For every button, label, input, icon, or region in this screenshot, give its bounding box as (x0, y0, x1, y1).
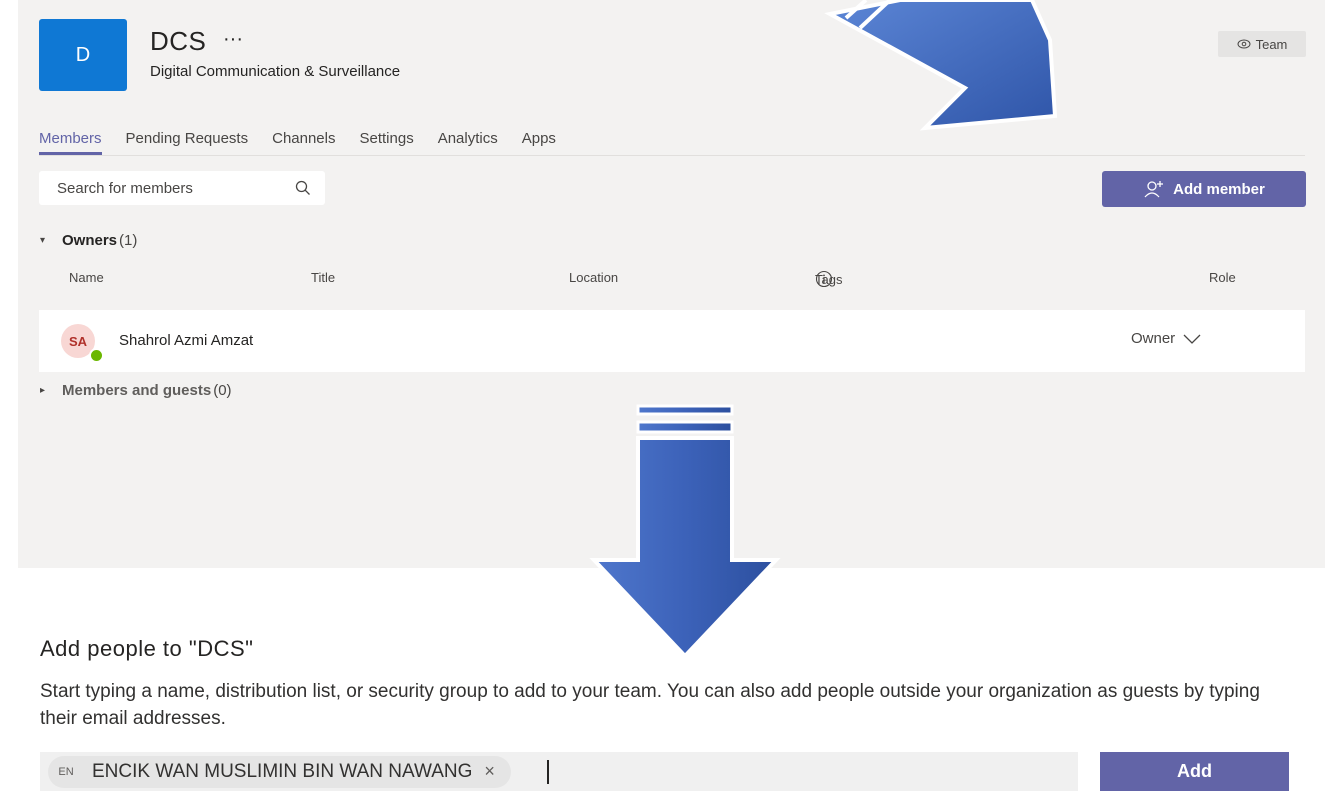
tab-members[interactable]: Members (39, 130, 102, 155)
text-cursor (546, 759, 549, 784)
column-role: Role (1209, 270, 1236, 285)
person-chip: EN ENCIK WAN MUSLIMIN BIN WAN NAWANG × (48, 755, 511, 788)
column-tags-label: Tags (815, 271, 843, 287)
team-description: Digital Communication & Surveillance (150, 63, 401, 80)
tab-bar: Members Pending Requests Channels Settin… (39, 130, 580, 155)
column-title: Title (311, 270, 336, 285)
column-tags: Tags (815, 270, 842, 288)
table-row[interactable]: SA Shahrol Azmi Amzat Owner (39, 310, 1305, 372)
chip-avatar: EN (52, 757, 80, 786)
guests-count: (0) (213, 382, 232, 399)
column-name: Name (69, 270, 104, 285)
role-label: Owner (1131, 330, 1176, 347)
member-name: Shahrol Azmi Amzat (119, 332, 254, 349)
tab-channels[interactable]: Channels (272, 130, 335, 155)
dialog-description: Start typing a name, distribution list, … (40, 681, 1260, 729)
presence-available-icon (89, 348, 104, 363)
close-icon[interactable]: × (484, 761, 495, 782)
eye-icon (1237, 39, 1251, 49)
search-input[interactable] (55, 178, 279, 198)
owners-section-header[interactable]: ▾ Owners (1) (40, 232, 137, 249)
add-person-icon (1144, 181, 1164, 198)
people-picker-input[interactable]: EN ENCIK WAN MUSLIMIN BIN WAN NAWANG × (40, 752, 1078, 791)
tab-apps[interactable]: Apps (522, 130, 556, 155)
collapse-caret-icon: ▾ (40, 235, 46, 246)
expand-caret-icon: ▸ (40, 385, 46, 396)
add-member-button[interactable]: Add member (1102, 171, 1306, 207)
team-badge-label: Team (1255, 36, 1288, 52)
team-management-panel: D DCS ··· Digital Communication & Survei… (18, 0, 1325, 568)
team-name: DCS (150, 26, 207, 56)
role-dropdown[interactable]: Owner (1131, 330, 1201, 347)
add-button[interactable]: Add (1100, 752, 1289, 791)
search-icon (295, 180, 310, 195)
team-type-badge: Team (1218, 31, 1306, 57)
tab-settings[interactable]: Settings (360, 130, 414, 155)
members-guests-section-header[interactable]: ▸ Members and guests (0) (40, 382, 232, 399)
add-member-label: Add member (1173, 180, 1265, 198)
tab-analytics[interactable]: Analytics (438, 130, 498, 155)
guests-title: Members and guests (62, 382, 212, 399)
column-location: Location (569, 270, 619, 285)
tab-divider (39, 155, 1305, 156)
tab-pending-requests[interactable]: Pending Requests (126, 130, 249, 155)
more-options-icon[interactable]: ··· (223, 28, 243, 51)
team-avatar: D (39, 19, 127, 91)
dialog-title: Add people to "DCS" (40, 636, 254, 661)
search-box[interactable] (39, 171, 325, 205)
owners-title: Owners (62, 232, 118, 249)
chip-name: ENCIK WAN MUSLIMIN BIN WAN NAWANG (92, 760, 473, 782)
owners-count: (1) (119, 232, 138, 249)
chevron-down-icon (1183, 334, 1201, 344)
